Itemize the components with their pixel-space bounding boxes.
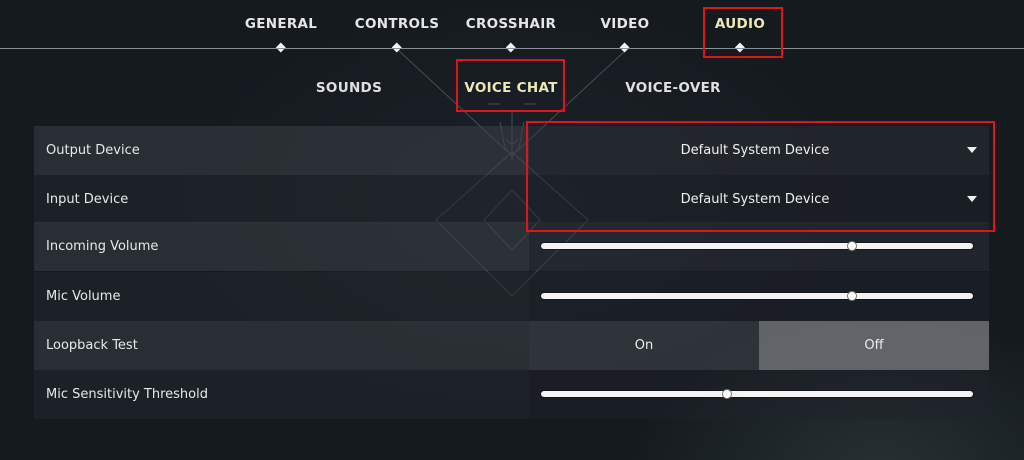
loopback-test-control: On Off	[529, 321, 989, 370]
tab-audio[interactable]: AUDIO	[714, 16, 766, 53]
tab-crosshair[interactable]: CROSSHAIR	[465, 16, 557, 53]
output-device-value: Default System Device	[680, 143, 830, 158]
tab-general[interactable]: GENERAL	[244, 16, 318, 53]
slider-track	[541, 243, 973, 249]
mic-sensitivity-control	[529, 370, 989, 419]
output-device-label: Output Device	[34, 126, 529, 175]
caret-down-icon	[967, 196, 977, 202]
loopback-off-button[interactable]: Off	[759, 321, 989, 370]
tab-controls[interactable]: CONTROLS	[354, 16, 440, 53]
caret-down-icon	[967, 147, 977, 153]
input-device-label: Input Device	[34, 175, 529, 224]
incoming-volume-slider[interactable]	[541, 241, 973, 251]
slider-thumb[interactable]	[721, 389, 732, 399]
output-device-dropdown[interactable]: Default System Device	[529, 126, 989, 175]
tab-controls-label: CONTROLS	[354, 16, 440, 32]
mic-volume-slider[interactable]	[541, 291, 973, 301]
input-device-dropdown[interactable]: Default System Device	[529, 175, 989, 224]
slider-track	[541, 293, 973, 299]
input-device-control: Default System Device	[529, 175, 989, 224]
tab-crosshair-label: CROSSHAIR	[465, 16, 557, 32]
nav-divider	[0, 48, 1024, 49]
setting-row-incoming-volume: Incoming Volume	[34, 222, 989, 271]
loopback-test-label: Loopback Test	[34, 321, 529, 370]
output-device-control: Default System Device	[529, 126, 989, 175]
tab-video[interactable]: VIDEO	[600, 16, 650, 53]
setting-row-loopback-test: Loopback Test On Off	[34, 321, 989, 370]
slider-track	[541, 391, 973, 397]
setting-row-mic-sensitivity: Mic Sensitivity Threshold	[34, 370, 989, 419]
subtab-voice-chat[interactable]: VOICE CHAT	[464, 80, 557, 96]
slider-thumb[interactable]	[847, 241, 858, 251]
setting-row-input-device: Input Device Default System Device	[34, 175, 989, 224]
input-device-value: Default System Device	[680, 192, 830, 207]
tab-video-label: VIDEO	[600, 16, 650, 32]
incoming-volume-control	[529, 222, 989, 271]
mic-sensitivity-slider[interactable]	[541, 389, 973, 399]
top-nav: GENERAL CONTROLS CROSSHAIR VIDEO AUDIO	[0, 0, 1024, 53]
mic-sensitivity-label: Mic Sensitivity Threshold	[34, 370, 529, 419]
setting-row-output-device: Output Device Default System Device	[34, 126, 989, 175]
tab-audio-label: AUDIO	[714, 16, 766, 32]
tab-general-label: GENERAL	[244, 16, 318, 32]
slider-thumb[interactable]	[847, 291, 858, 301]
mic-volume-control	[529, 272, 989, 321]
incoming-volume-label: Incoming Volume	[34, 222, 529, 271]
setting-row-mic-volume: Mic Volume	[34, 272, 989, 321]
subtab-sounds[interactable]: SOUNDS	[316, 80, 382, 96]
loopback-on-button[interactable]: On	[529, 321, 759, 370]
subtab-voice-over[interactable]: VOICE-OVER	[625, 80, 721, 96]
mic-volume-label: Mic Volume	[34, 272, 529, 321]
